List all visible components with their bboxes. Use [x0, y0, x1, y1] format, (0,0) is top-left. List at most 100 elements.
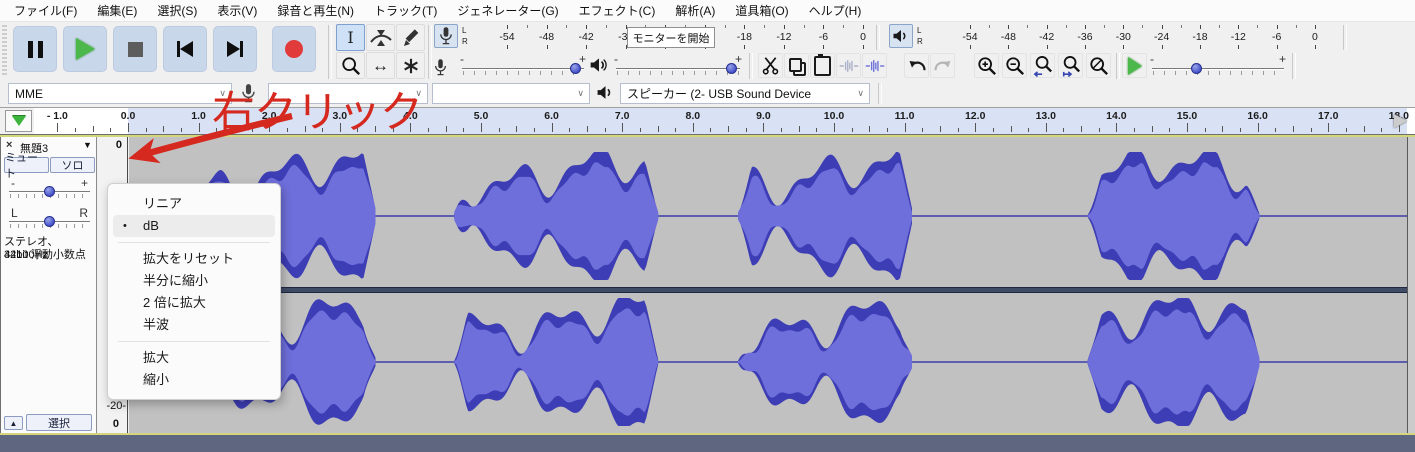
paste-icon	[814, 56, 831, 76]
meter-tick-minor	[725, 25, 726, 28]
silence-audio-button[interactable]	[862, 53, 887, 78]
timeline-options-button[interactable]	[5, 110, 32, 132]
monitor-tooltip[interactable]: モニターを開始	[627, 27, 715, 48]
timeline-ruler[interactable]: - 1.00.01.02.03.04.05.06.07.08.09.010.01…	[0, 107, 1415, 135]
playback-device-combo[interactable]: スピーカー (2- USB Sound Device∨	[620, 83, 870, 104]
redo-icon	[933, 59, 953, 73]
zoom-tool-button[interactable]	[336, 52, 365, 79]
redo-button[interactable]	[930, 53, 955, 78]
ruler-tick	[1381, 128, 1382, 132]
time-shift-tool-button[interactable]: ↔	[366, 52, 395, 79]
playback-meter[interactable]: L R -54-48-42-36-30-24-18-12-60	[888, 24, 1340, 50]
cut-button[interactable]	[758, 53, 783, 78]
fit-selection-button[interactable]	[1030, 53, 1055, 78]
track-control-panel[interactable]: × 無題3 ▼ ミュート ソロ - + L R ステレオ、44100Hz 32b…	[0, 137, 97, 433]
recording-volume-thumb[interactable]	[570, 63, 581, 74]
ruler-tick	[728, 126, 729, 132]
collapse-track-button[interactable]: ▲	[4, 416, 23, 430]
playback-volume-thumb[interactable]	[726, 63, 737, 74]
solo-button[interactable]: ソロ	[50, 157, 95, 173]
undo-button[interactable]	[904, 53, 929, 78]
gain-slider[interactable]: - +	[7, 177, 92, 199]
skip-to-end-button[interactable]	[213, 26, 257, 72]
ruler-tick	[428, 128, 429, 132]
menubar-item-3[interactable]: 選択(S)	[147, 0, 207, 22]
multi-tool-button[interactable]	[396, 52, 425, 79]
context-menu-item-半分に縮小[interactable]: 半分に縮小	[113, 270, 275, 292]
copy-icon	[789, 58, 804, 74]
play-at-speed-button[interactable]	[1122, 53, 1147, 78]
menubar-item-5[interactable]: 録音と再生(N)	[267, 0, 364, 22]
trim-audio-button[interactable]	[836, 53, 861, 78]
context-menu-item-半波[interactable]: 半波	[113, 314, 275, 336]
meter-tick-minor	[606, 25, 607, 28]
meter-scale-label: -6	[808, 31, 838, 43]
meter-tick	[1085, 45, 1086, 49]
menubar-item-7[interactable]: ジェネレーター(G)	[447, 0, 568, 22]
transport-toolbar-grip[interactable]	[2, 25, 7, 77]
context-menu-item-拡大をリセット[interactable]: 拡大をリセット	[113, 248, 275, 270]
selection-tool-button[interactable]: I	[336, 24, 365, 51]
context-menu-item-dB[interactable]: •dB	[113, 215, 275, 237]
context-menu-item-拡大[interactable]: 拡大	[113, 347, 275, 369]
pan-slider[interactable]: L R	[7, 207, 92, 229]
ruler-time-label: 6.0	[532, 110, 572, 122]
draw-tool-button[interactable]	[396, 24, 425, 51]
menubar-item-9[interactable]: 解析(A)	[665, 0, 725, 22]
play-speed-slider[interactable]: - +	[1150, 53, 1286, 79]
toolbar-dock: I ↔ L R -54-48-42-36-30-24-18-12-60 モニター…	[0, 22, 1415, 107]
ruler-tick	[128, 123, 129, 132]
vruler-label-top: 0	[116, 139, 122, 151]
ruler-time-label: 4.0	[390, 110, 430, 122]
ruler-tick	[410, 123, 411, 132]
mute-button[interactable]: ミュート	[4, 157, 49, 173]
play-button[interactable]	[63, 26, 107, 72]
ruler-tick	[887, 128, 888, 132]
pan-thumb[interactable]	[44, 216, 55, 227]
skip-to-start-button[interactable]	[163, 26, 207, 72]
envelope-icon	[369, 29, 393, 47]
speaker-icon	[589, 56, 609, 74]
meter-tick-minor	[1066, 25, 1067, 28]
audio-host-combo[interactable]: MME∨	[8, 83, 232, 104]
meter-tick	[823, 25, 824, 29]
toolbar-separator	[876, 25, 880, 50]
zoom-in-button[interactable]	[974, 53, 999, 78]
playback-volume-slider[interactable]: - +	[614, 53, 742, 79]
envelope-tool-button[interactable]	[366, 24, 395, 51]
record-button[interactable]	[272, 26, 316, 72]
meter-tick	[1315, 25, 1316, 29]
zoom-toggle-button[interactable]	[1086, 53, 1111, 78]
menubar-item-4[interactable]: 表示(V)	[207, 0, 267, 22]
recording-channels-combo[interactable]: ∨	[432, 83, 590, 104]
menubar-item-1[interactable]: ファイル(F)	[4, 0, 87, 22]
menubar-item-2[interactable]: 編集(E)	[87, 0, 147, 22]
vertical-scrollbar[interactable]	[1407, 137, 1415, 433]
paste-button[interactable]	[810, 53, 835, 78]
context-menu-item-縮小[interactable]: 縮小	[113, 369, 275, 391]
menubar-item-10[interactable]: 道具箱(O)	[725, 0, 798, 22]
stop-button[interactable]	[113, 26, 157, 72]
fit-project-button[interactable]	[1058, 53, 1083, 78]
menubar-item-6[interactable]: トラック(T)	[364, 0, 447, 22]
chevron-down-icon: ∨	[857, 88, 864, 99]
meter-tick	[586, 45, 587, 49]
context-menu-item-2 倍に拡大[interactable]: 2 倍に拡大	[113, 292, 275, 314]
slider-ticks	[463, 71, 583, 75]
ruler-tick	[146, 128, 147, 132]
recording-device-combo[interactable]: ∨	[268, 83, 428, 104]
gain-thumb[interactable]	[44, 186, 55, 197]
waveform-canvas[interactable]	[129, 137, 1407, 433]
context-menu-item-リニア[interactable]: リニア	[113, 193, 275, 215]
pause-button[interactable]	[13, 26, 57, 72]
recording-volume-slider[interactable]: - +	[460, 53, 586, 79]
ruler-scale: - 1.00.01.02.03.04.05.06.07.08.09.010.01…	[0, 108, 1415, 134]
ruler-time-label: 10.0	[814, 110, 854, 122]
copy-button[interactable]	[784, 53, 809, 78]
menubar-item-11[interactable]: ヘルプ(H)	[799, 0, 872, 22]
track-menu-arrow-icon[interactable]: ▼	[83, 140, 92, 150]
play-speed-thumb[interactable]	[1191, 63, 1202, 74]
menubar-item-8[interactable]: エフェクト(C)	[569, 0, 666, 22]
select-track-button[interactable]: 選択	[26, 414, 92, 431]
zoom-out-button[interactable]	[1002, 53, 1027, 78]
